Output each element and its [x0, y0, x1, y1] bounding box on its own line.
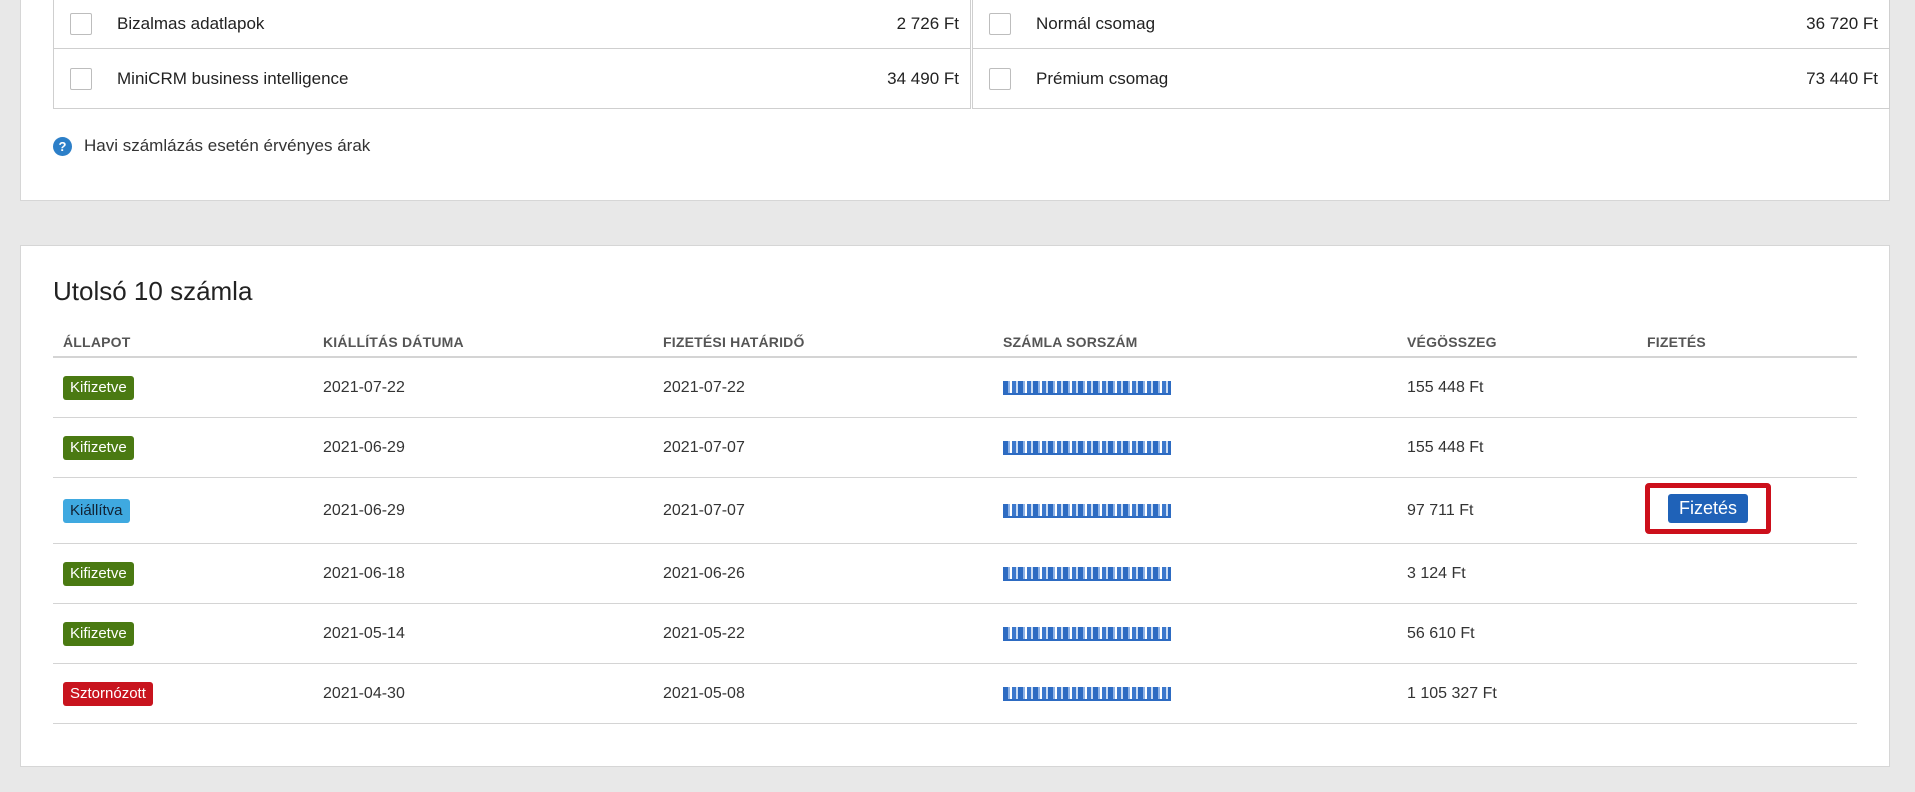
package-name: MiniCRM business intelligence	[117, 68, 349, 88]
status-cell: Kifizetve	[63, 375, 134, 400]
package-price: 36 720 Ft	[1806, 13, 1878, 33]
package-checkbox[interactable]	[70, 12, 92, 35]
status-badge: Kifizetve	[63, 435, 134, 460]
status-badge: Sztornózott	[63, 681, 153, 706]
issue-date-cell: 2021-05-14	[323, 624, 405, 642]
status-cell: Kifizetve	[63, 435, 134, 460]
total-cell: 155 448 Ft	[1407, 438, 1484, 456]
redacted-invoice-number[interactable]	[1003, 686, 1171, 701]
header-invoice-number: SZÁMLA SORSZÁM	[1003, 334, 1138, 350]
pricing-note-text: Havi számlázás esetén érvényes árak	[84, 136, 371, 155]
pay-button-highlight: Fizetés	[1645, 483, 1772, 534]
package-name: Normál csomag	[1036, 13, 1156, 33]
total-cell: 97 711 Ft	[1407, 501, 1474, 519]
invoices-title: Utolsó 10 számla	[53, 276, 253, 306]
issue-date-cell: 2021-06-18	[323, 564, 405, 582]
package-row[interactable]: Bizalmas adatlapok 2 726 Ft	[54, 0, 970, 48]
header-issue-date: KIÁLLÍTÁS DÁTUMA	[323, 334, 464, 350]
due-date-cell: 2021-07-22	[663, 378, 745, 396]
status-badge: Kiállítva	[63, 498, 130, 523]
issue-date-cell: 2021-04-30	[323, 684, 405, 702]
table-row: Kiállítva 2021-06-29 2021-07-07 97 711 F…	[53, 478, 1857, 544]
invoice-number-link[interactable]	[1003, 626, 1171, 641]
package-name: Bizalmas adatlapok	[117, 13, 265, 33]
invoices-table: ÁLLAPOT KIÁLLÍTÁS DÁTUMA FIZETÉSI HATÁRI…	[53, 326, 1857, 724]
invoice-number-link[interactable]	[1003, 503, 1171, 518]
redacted-invoice-number[interactable]	[1003, 566, 1171, 581]
redacted-invoice-number[interactable]	[1003, 626, 1171, 641]
table-row: Kifizetve 2021-06-29 2021-07-07 155 448 …	[53, 418, 1857, 478]
header-payment: FIZETÉS	[1647, 334, 1706, 350]
total-cell: 155 448 Ft	[1407, 378, 1484, 396]
help-icon[interactable]: ?	[53, 136, 72, 156]
table-row: Kifizetve 2021-05-14 2021-05-22 56 610 F…	[53, 604, 1857, 664]
package-row[interactable]: MiniCRM business intelligence 34 490 Ft	[54, 48, 970, 108]
package-name: Prémium csomag	[1036, 68, 1169, 88]
status-badge: Kifizetve	[63, 621, 134, 646]
header-total: VÉGÖSSZEG	[1407, 334, 1497, 350]
total-cell: 3 124 Ft	[1407, 564, 1466, 582]
table-row: Sztornózott 2021-04-30 2021-05-08 1 105 …	[53, 664, 1857, 724]
issue-date-cell: 2021-07-22	[323, 378, 405, 396]
issue-date-cell: 2021-06-29	[323, 501, 405, 519]
package-row[interactable]: Normál csomag 36 720 Ft	[973, 0, 1889, 48]
invoice-number-link[interactable]	[1003, 686, 1171, 701]
invoice-number-link[interactable]	[1003, 380, 1171, 395]
pricing-note: ? Havi számlázás esetén érvényes árak	[53, 136, 370, 156]
package-checkbox[interactable]	[989, 12, 1011, 35]
redacted-invoice-number[interactable]	[1003, 503, 1171, 518]
due-date-cell: 2021-06-26	[663, 564, 745, 582]
status-badge: Kifizetve	[63, 375, 134, 400]
due-date-cell: 2021-05-22	[663, 624, 745, 642]
total-cell: 1 105 327 Ft	[1407, 684, 1497, 702]
status-cell: Kifizetve	[63, 621, 134, 646]
package-checkbox[interactable]	[989, 67, 1011, 90]
due-date-cell: 2021-05-08	[663, 684, 745, 702]
package-checkbox[interactable]	[70, 67, 92, 90]
redacted-invoice-number[interactable]	[1003, 380, 1171, 395]
status-cell: Kifizetve	[63, 561, 134, 586]
due-date-cell: 2021-07-07	[663, 501, 745, 519]
invoices-card: Utolsó 10 számla ÁLLAPOT KIÁLLÍTÁS DÁTUM…	[20, 245, 1890, 767]
redacted-invoice-number[interactable]	[1003, 440, 1171, 455]
issue-date-cell: 2021-06-29	[323, 438, 405, 456]
status-cell: Kiállítva	[63, 498, 130, 523]
pay-button[interactable]: Fizetés	[1668, 494, 1749, 523]
package-list-right: Normál csomag 36 720 Ft Prémium csomag 7…	[972, 0, 1890, 109]
status-badge: Kifizetve	[63, 561, 134, 586]
table-row: Kifizetve 2021-07-22 2021-07-22 155 448 …	[53, 358, 1857, 418]
package-list-left: Bizalmas adatlapok 2 726 Ft MiniCRM busi…	[53, 0, 971, 109]
package-price: 2 726 Ft	[896, 13, 959, 33]
table-row: Kifizetve 2021-06-18 2021-06-26 3 124 Ft	[53, 544, 1857, 604]
package-row[interactable]: Prémium csomag 73 440 Ft	[973, 48, 1889, 108]
status-cell: Sztornózott	[63, 681, 153, 706]
total-cell: 56 610 Ft	[1407, 624, 1475, 642]
package-price: 34 490 Ft	[887, 68, 959, 88]
table-header: ÁLLAPOT KIÁLLÍTÁS DÁTUMA FIZETÉSI HATÁRI…	[53, 326, 1857, 358]
header-status: ÁLLAPOT	[63, 334, 131, 350]
invoice-number-link[interactable]	[1003, 566, 1171, 581]
packages-card: Bizalmas adatlapok 2 726 Ft MiniCRM busi…	[20, 0, 1890, 201]
invoice-number-link[interactable]	[1003, 440, 1171, 455]
due-date-cell: 2021-07-07	[663, 438, 745, 456]
header-due-date: FIZETÉSI HATÁRIDŐ	[663, 334, 805, 350]
package-price: 73 440 Ft	[1806, 68, 1878, 88]
